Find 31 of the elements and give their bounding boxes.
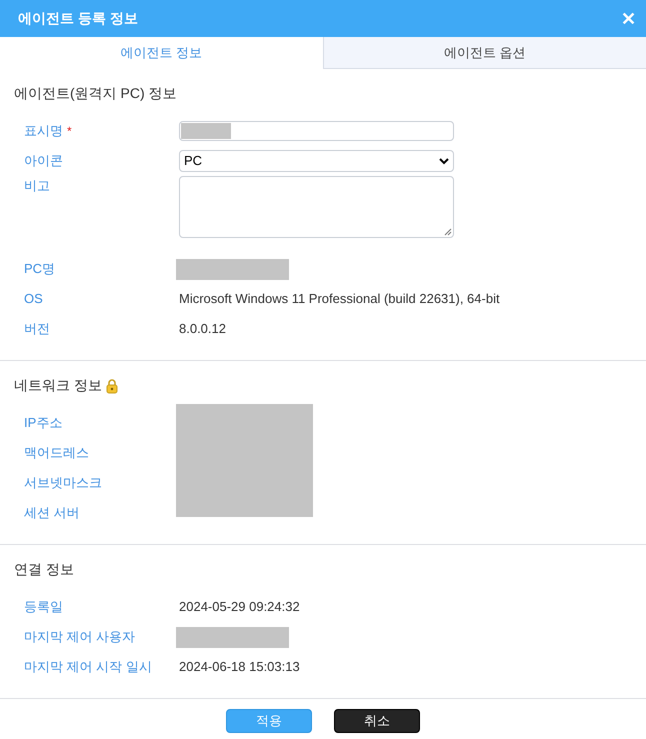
section-title: 연결 정보: [14, 560, 74, 579]
field-label: 세션 서버: [24, 504, 80, 522]
icon-select[interactable]: PC: [179, 150, 454, 172]
field-value: 2024-06-18 15:03:13: [179, 658, 300, 676]
field-label: 맥어드레스: [24, 444, 89, 462]
note-field[interactable]: [179, 176, 454, 238]
field-label: 마지막 제어 사용자: [24, 628, 136, 646]
chevron-down-icon: [439, 158, 449, 164]
field-label: 비고: [24, 177, 50, 195]
field-label: PC명: [24, 260, 56, 278]
field-label: 등록일: [24, 598, 63, 616]
field-label: 마지막 제어 시작 일시: [24, 658, 152, 676]
field-label: 표시명: [24, 122, 63, 140]
dialog-button[interactable]: 취소: [334, 709, 420, 733]
lock-icon: [106, 378, 118, 394]
section-title: 에이전트(원격지 PC) 정보: [14, 84, 177, 103]
field-label: 아이콘: [24, 152, 63, 170]
resize-handle-icon: [444, 228, 452, 236]
field-value: 2024-05-29 09:24:32: [179, 598, 300, 616]
section-title: 네트워크 정보: [14, 376, 102, 395]
required-mark: *: [67, 123, 72, 140]
window-title: 에이전트 등록 정보: [18, 9, 138, 28]
field-value: Microsoft Windows 11 Professional (build 22631), 64-bit: [179, 290, 500, 308]
redaction: [181, 123, 231, 139]
field-value: 8.0.0.12: [179, 320, 226, 338]
field-label: 버전: [24, 320, 50, 338]
display-name-field[interactable]: [179, 121, 454, 141]
field-label: 서브넷마스크: [24, 474, 102, 492]
tab[interactable]: 에이전트 옵션: [322, 37, 646, 69]
field-label: OS: [24, 290, 43, 308]
field-label: IP주소: [24, 414, 62, 432]
